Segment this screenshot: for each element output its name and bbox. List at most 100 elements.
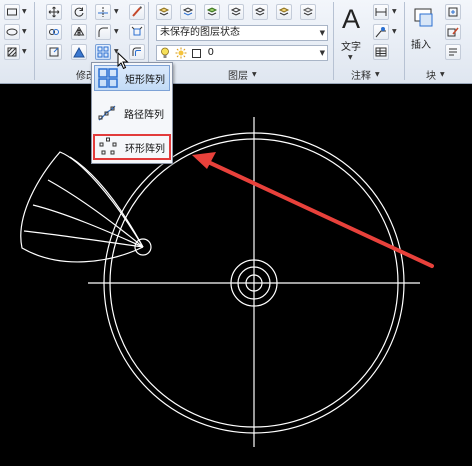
annotation-panel-label[interactable]: 注释	[351, 67, 371, 82]
layer-state-combo[interactable]: 未保存的图层状态 ▼	[156, 25, 328, 41]
copy-icon	[49, 29, 59, 35]
path-array-menu-item[interactable]: 路径阵列	[94, 100, 170, 126]
layer-match-icon	[182, 7, 194, 16]
table-tool-button[interactable]	[373, 44, 389, 60]
mouse-cursor-icon	[117, 52, 129, 70]
explode-icon	[131, 26, 143, 36]
insert-block-icon	[414, 8, 433, 27]
polar-array-menu-item[interactable]: 环形阵列	[93, 134, 171, 160]
fillet-icon	[98, 27, 108, 37]
layer-off-icon	[254, 7, 266, 16]
rect-array-menu-item[interactable]: 矩形阵列	[94, 65, 170, 91]
move-icon	[48, 6, 60, 18]
fan-blade-rib	[32, 204, 144, 248]
polar-array-label: 环形阵列	[125, 143, 165, 155]
layer-state-value: 未保存的图层状态	[160, 27, 240, 38]
layer-lock-icon	[278, 7, 290, 16]
explode-tool-button[interactable]	[129, 24, 145, 40]
hatch-tool-button[interactable]	[4, 44, 20, 60]
insert-block-button[interactable]: 插入	[408, 4, 438, 62]
chevron-down-icon[interactable]: ▼	[252, 71, 257, 78]
layer-freeze-icon	[230, 7, 242, 16]
path-array-icon	[96, 102, 118, 124]
polar-array-icon	[97, 136, 119, 158]
text-a-icon: A	[342, 4, 361, 34]
layers-icon	[158, 7, 170, 16]
rect-array-label: 矩形阵列	[125, 74, 165, 86]
text-button-label: 文字	[341, 42, 361, 53]
stretch-icon	[49, 47, 59, 57]
chevron-down-icon[interactable]: ▼	[392, 8, 397, 15]
layer-properties-button[interactable]	[156, 4, 172, 20]
layer-off-button[interactable]	[252, 4, 268, 20]
chevron-down-icon[interactable]: ▼	[440, 71, 445, 78]
chevron-down-icon[interactable]: ▼	[22, 28, 27, 35]
rotate-icon	[74, 7, 84, 17]
fan-blade-rib	[69, 156, 144, 248]
rotate-tool-button[interactable]	[71, 4, 87, 20]
array-dropdown-menu: 矩形阵列 路径阵列 环形阵列	[91, 62, 173, 164]
red-arrow-annotation	[192, 152, 434, 268]
layer-unlock-button[interactable]	[300, 4, 316, 20]
layer-match-button[interactable]	[180, 4, 196, 20]
text-tool-button[interactable]: A 文字 ▼	[338, 4, 366, 64]
sun-icon	[175, 47, 187, 59]
layer-color-swatch	[192, 48, 202, 58]
trim-icon	[98, 7, 108, 17]
attributes-icon	[449, 48, 457, 56]
block-attributes-button[interactable]	[445, 44, 461, 60]
layer-isolate-icon	[206, 7, 218, 16]
rectangle-icon	[7, 8, 17, 16]
stretch-tool-button[interactable]	[46, 44, 62, 60]
layer-lock-button[interactable]	[276, 4, 292, 20]
chevron-down-icon: ▼	[319, 29, 325, 37]
dimension-tool-button[interactable]	[373, 4, 389, 20]
edit-block-button[interactable]	[445, 24, 461, 40]
lightbulb-icon	[160, 47, 170, 59]
layer-name: 0	[207, 47, 214, 58]
chevron-down-icon[interactable]: ▼	[114, 28, 119, 35]
offset-icon	[132, 47, 141, 56]
chevron-down-icon: ▼	[319, 49, 325, 57]
move-tool-button[interactable]	[46, 4, 62, 20]
trim-tool-button[interactable]	[95, 4, 111, 20]
copy-tool-button[interactable]	[46, 24, 62, 40]
hatch-icon	[7, 47, 17, 57]
scale-icon	[73, 46, 85, 58]
drawing-geometry	[20, 117, 434, 447]
ribbon: ▼ ▼ ▼ ▼ ▼ ▼ 修改 未保存的图层状态 ▼ 0 ▼ 图层 ▼ A 文字 …	[0, 0, 472, 84]
chevron-down-icon[interactable]: ▼	[22, 8, 27, 15]
layers-panel-label[interactable]: 图层	[228, 67, 248, 82]
chevron-down-icon[interactable]: ▼	[392, 28, 397, 35]
rectangle-tool-button[interactable]	[4, 4, 20, 20]
path-array-label: 路径阵列	[124, 109, 164, 121]
mirror-icon	[73, 27, 85, 37]
create-block-button[interactable]	[445, 4, 461, 20]
erase-tool-button[interactable]	[129, 4, 145, 20]
layer-freeze-button[interactable]	[228, 4, 244, 20]
chevron-down-icon[interactable]: ▼	[375, 71, 380, 78]
offset-tool-button[interactable]	[129, 44, 145, 60]
chevron-down-icon[interactable]: ▼	[114, 8, 119, 15]
leader-icon	[375, 27, 386, 38]
drawing-canvas[interactable]	[0, 85, 472, 466]
scale-tool-button[interactable]	[71, 44, 87, 60]
layer-isolate-button[interactable]	[204, 4, 220, 20]
layer-unlock-icon	[302, 7, 314, 16]
mirror-tool-button[interactable]	[71, 24, 87, 40]
rect-array-icon	[97, 46, 109, 58]
block-panel-label[interactable]: 块	[426, 67, 436, 82]
brush-icon	[132, 6, 143, 17]
chevron-down-icon[interactable]: ▼	[22, 48, 27, 55]
leader-tool-button[interactable]	[373, 24, 389, 40]
dimension-icon	[375, 8, 387, 16]
ellipse-tool-button[interactable]	[4, 24, 20, 40]
edit-block-icon	[447, 27, 459, 37]
ellipse-icon	[6, 28, 18, 36]
array-tool-button[interactable]	[95, 44, 111, 60]
create-block-icon	[448, 7, 458, 17]
layer-combo[interactable]: 0 ▼	[156, 45, 328, 61]
fillet-tool-button[interactable]	[95, 24, 111, 40]
chevron-down-icon: ▼	[348, 54, 353, 61]
insert-button-label: 插入	[411, 40, 431, 51]
